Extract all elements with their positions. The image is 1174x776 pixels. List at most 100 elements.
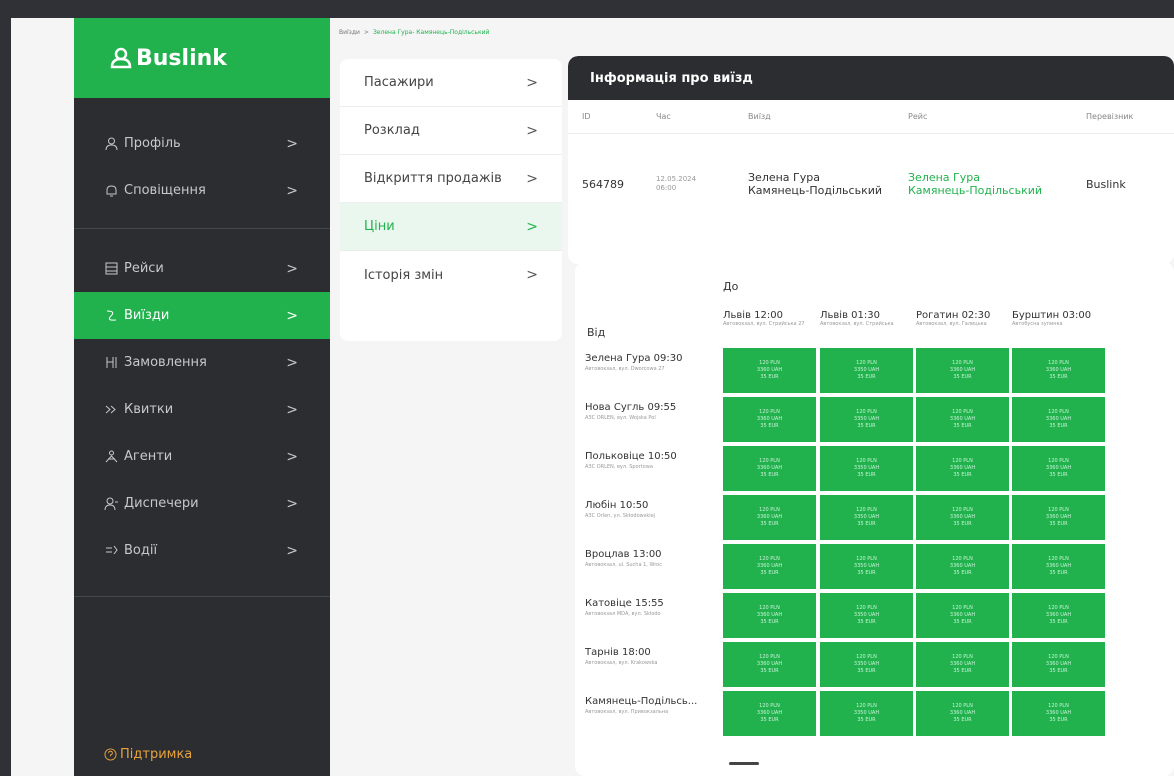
horizontal-scrollbar[interactable] xyxy=(729,762,759,765)
price-cell[interactable]: 120 PLN 3360 UAH 35 EUR xyxy=(916,642,1009,687)
sidebar-item-label: Рейси xyxy=(124,261,164,276)
from-stop-address: АЗС Orlen, ул. Skłodowskiej xyxy=(585,513,656,519)
submenu-item-change-history[interactable]: Історія змін > xyxy=(340,251,562,299)
agents-icon xyxy=(105,450,118,463)
price-cell[interactable]: 120 PLN 3360 UAH 35 EUR xyxy=(916,348,1009,393)
price-value: 120 PLN xyxy=(1048,605,1069,611)
price-value: 120 PLN xyxy=(952,654,973,660)
price-cell[interactable]: 120 PLN 3360 UAH 35 EUR xyxy=(723,642,816,687)
price-cell[interactable]: 120 PLN 3360 UAH 35 EUR xyxy=(723,348,816,393)
price-cell[interactable]: 120 PLN 3360 UAH 35 EUR xyxy=(723,544,816,589)
price-cell[interactable]: 120 PLN 3350 UAH 35 EUR xyxy=(820,593,913,638)
price-cell[interactable]: 120 PLN 3360 UAH 35 EUR xyxy=(1012,495,1105,540)
price-value: 3360 UAH xyxy=(756,661,783,667)
from-stop-row: Любін 10:50 АЗС Orlen, ул. Skłodowskiej xyxy=(585,500,719,519)
price-cell[interactable]: 120 PLN 3350 UAH 35 EUR xyxy=(820,691,913,736)
ticket-icon xyxy=(105,405,116,414)
price-cell[interactable]: 120 PLN 3360 UAH 35 EUR xyxy=(1012,348,1105,393)
price-value: 120 PLN xyxy=(1048,409,1069,415)
price-value: 3350 UAH xyxy=(853,416,880,422)
sidebar-item-trips[interactable]: Рейси > xyxy=(74,245,330,292)
chevron-right-icon: > xyxy=(526,170,538,187)
price-cell[interactable]: 120 PLN 3360 UAH 35 EUR xyxy=(723,446,816,491)
from-stop-address: Автовокзал, вул. Привокзальна xyxy=(585,709,669,715)
price-value: 3360 UAH xyxy=(1045,661,1072,667)
price-cell[interactable]: 120 PLN 3360 UAH 35 EUR xyxy=(723,495,816,540)
sidebar-item-notifications[interactable]: Сповіщення > xyxy=(74,167,330,214)
price-value: 3360 UAH xyxy=(756,514,783,520)
chevron-right-icon: > xyxy=(526,218,538,235)
sidebar-item-tickets[interactable]: Квитки > xyxy=(74,386,330,433)
chevron-right-icon: > xyxy=(286,495,298,512)
price-value: 35 EUR xyxy=(760,374,779,380)
price-cell[interactable]: 120 PLN 3360 UAH 35 EUR xyxy=(916,691,1009,736)
price-value: 35 EUR xyxy=(1049,472,1068,478)
sidebar-item-label: Замовлення xyxy=(124,355,207,370)
price-value: 120 PLN xyxy=(1048,507,1069,513)
price-cell[interactable]: 120 PLN 3350 UAH 35 EUR xyxy=(820,544,913,589)
from-stop-city: Польковіце 10:50 xyxy=(585,451,677,462)
price-cell[interactable]: 120 PLN 3360 UAH 35 EUR xyxy=(916,495,1009,540)
sidebar-item-orders[interactable]: Замовлення > xyxy=(74,339,330,386)
price-cell[interactable]: 120 PLN 3360 UAH 35 EUR xyxy=(916,593,1009,638)
breadcrumb-root[interactable]: Виїзди xyxy=(339,29,360,36)
price-cell[interactable]: 120 PLN 3350 UAH 35 EUR xyxy=(820,397,913,442)
price-cell[interactable]: 120 PLN 3360 UAH 35 EUR xyxy=(916,446,1009,491)
price-cell[interactable]: 120 PLN 3360 UAH 35 EUR xyxy=(723,593,816,638)
support-link[interactable]: Підтримка xyxy=(104,747,192,762)
price-cell[interactable]: 120 PLN 3350 UAH 35 EUR xyxy=(820,446,913,491)
to-label: До xyxy=(723,280,739,293)
price-cell[interactable]: 120 PLN 3360 UAH 35 EUR xyxy=(1012,544,1105,589)
price-value: 120 PLN xyxy=(856,703,877,709)
price-cell[interactable]: 120 PLN 3360 UAH 35 EUR xyxy=(1012,691,1105,736)
price-value: 3360 UAH xyxy=(949,367,976,373)
from-stop-address: Автовокзал, вул. Krakowska xyxy=(585,660,658,666)
breadcrumb-current: Зелена Гура- Камянець-Подільський xyxy=(372,29,490,36)
trip-route-link[interactable]: Зелена Гура Камянець-Подільський xyxy=(888,171,1068,197)
price-value: 120 PLN xyxy=(759,654,780,660)
logo[interactable]: Buslink xyxy=(74,18,330,98)
price-value: 35 EUR xyxy=(760,668,779,674)
sidebar-item-agents[interactable]: Агенти > xyxy=(74,433,330,480)
sidebar-item-label: Виїзди xyxy=(124,308,170,323)
from-stop-city: Камянець-Подільсь... xyxy=(585,696,698,707)
price-cell[interactable]: 120 PLN 3360 UAH 35 EUR xyxy=(1012,446,1105,491)
sidebar-item-profile[interactable]: Профіль > xyxy=(74,120,330,167)
submenu-item-passengers[interactable]: Пасажири > xyxy=(340,59,562,107)
to-stop-header: Львів 12:00 Автовокзал, вул. Стрийська 27 xyxy=(723,310,816,327)
price-value: 120 PLN xyxy=(1048,360,1069,366)
trip-date: 12.05.2024 xyxy=(656,175,697,183)
price-cell[interactable]: 120 PLN 3360 UAH 35 EUR xyxy=(1012,397,1105,442)
price-cell[interactable]: 120 PLN 3360 UAH 35 EUR xyxy=(723,691,816,736)
sidebar-item-label: Диспечери xyxy=(124,496,199,511)
submenu-item-sales-opening[interactable]: Відкриття продажів > xyxy=(340,155,562,203)
price-cell[interactable]: 120 PLN 3350 UAH 35 EUR xyxy=(820,348,913,393)
price-value: 3360 UAH xyxy=(949,612,976,618)
from-stop-city: Вроцлав 13:00 xyxy=(585,549,662,560)
price-cell[interactable]: 120 PLN 3350 UAH 35 EUR xyxy=(820,642,913,687)
submenu-item-schedule[interactable]: Розклад > xyxy=(340,107,562,155)
from-stop-city: Тарнів 18:00 xyxy=(585,647,651,658)
price-value: 120 PLN xyxy=(856,605,877,611)
price-cell[interactable]: 120 PLN 3360 UAH 35 EUR xyxy=(916,544,1009,589)
sidebar-item-drivers[interactable]: Водії > xyxy=(74,527,330,574)
price-cell[interactable]: 120 PLN 3360 UAH 35 EUR xyxy=(1012,642,1105,687)
sidebar-item-departures[interactable]: Виїзди > xyxy=(74,292,330,339)
price-cell[interactable]: 120 PLN 3360 UAH 35 EUR xyxy=(1012,593,1105,638)
price-cell[interactable]: 120 PLN 3360 UAH 35 EUR xyxy=(723,397,816,442)
price-value: 3360 UAH xyxy=(1045,710,1072,716)
sidebar-item-dispatchers[interactable]: Диспечери > xyxy=(74,480,330,527)
breadcrumb-separator: > xyxy=(363,29,369,36)
chevron-right-icon: > xyxy=(286,542,298,559)
price-cell[interactable]: 120 PLN 3360 UAH 35 EUR xyxy=(916,397,1009,442)
submenu-item-prices[interactable]: Ціни > xyxy=(340,203,562,251)
price-value: 35 EUR xyxy=(760,717,779,723)
from-stop-address: Автовокзал, ul. Sucha 1, Wroc xyxy=(585,562,662,568)
trip-time: 12.05.2024 06:00 xyxy=(628,175,718,193)
submenu-item-label: Пасажири xyxy=(364,75,434,90)
price-cell[interactable]: 120 PLN 3350 UAH 35 EUR xyxy=(820,495,913,540)
trip-hour: 06:00 xyxy=(656,184,677,192)
price-value: 35 EUR xyxy=(857,521,876,527)
price-value: 35 EUR xyxy=(1049,668,1068,674)
price-value: 35 EUR xyxy=(760,570,779,576)
